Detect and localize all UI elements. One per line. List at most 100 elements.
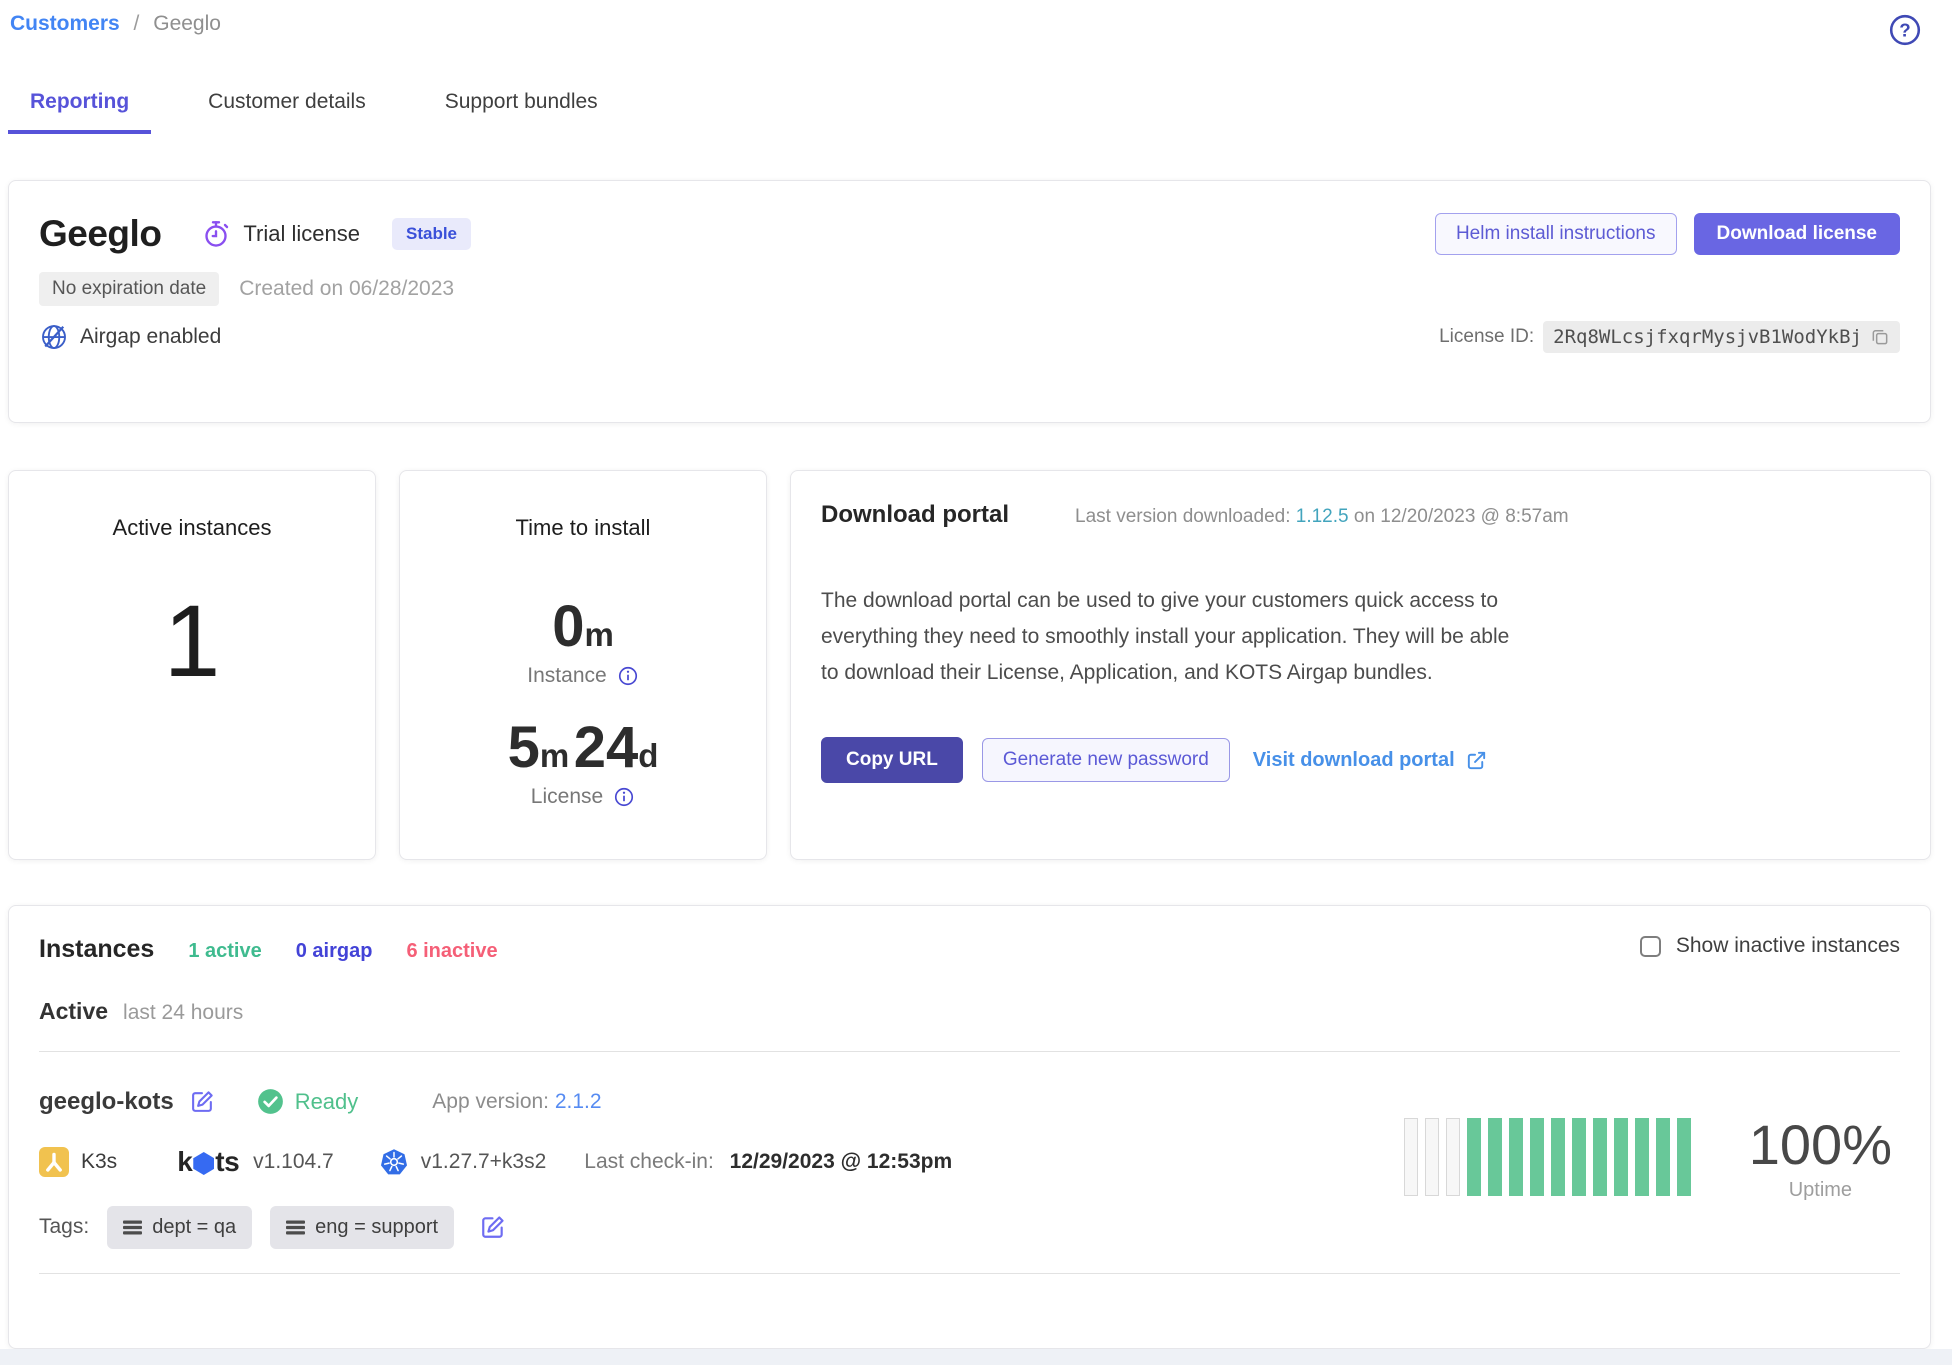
app-version-link[interactable]: 2.1.2 bbox=[555, 1090, 602, 1113]
visit-download-portal-label: Visit download portal bbox=[1253, 749, 1455, 772]
kubernetes-version-group: v1.27.7+k3s2 bbox=[380, 1148, 547, 1176]
airgap-label: Airgap enabled bbox=[80, 325, 221, 349]
tab-support-bundles[interactable]: Support bundles bbox=[423, 90, 620, 134]
helm-install-instructions-button[interactable]: Helm install instructions bbox=[1435, 213, 1677, 255]
edit-tags-icon[interactable] bbox=[480, 1214, 506, 1240]
instance-install-time: 0m bbox=[400, 593, 766, 660]
license-id-value: 2Rq8WLcsjfxqrMysjvB1WodYkBj bbox=[1543, 321, 1900, 353]
uptime-bar bbox=[1572, 1118, 1586, 1196]
uptime-bar bbox=[1593, 1118, 1607, 1196]
instance-time-unit: m bbox=[584, 616, 613, 653]
topbar: Customers / Geeglo ? bbox=[8, 0, 1931, 48]
license-id-text: 2Rq8WLcsjfxqrMysjvB1WodYkBj bbox=[1553, 326, 1862, 348]
last-checkin-label: Last check-in: bbox=[584, 1150, 714, 1173]
info-icon[interactable] bbox=[613, 786, 635, 808]
app-version-label: App version: bbox=[432, 1090, 549, 1113]
tag-bars-icon bbox=[286, 1220, 305, 1235]
expiration-badge: No expiration date bbox=[39, 272, 219, 306]
license-card: Geeglo Trial license Stable Helm install… bbox=[8, 180, 1931, 423]
tag-badge: dept = qa bbox=[107, 1206, 252, 1249]
external-link-icon bbox=[1465, 749, 1488, 772]
license-install-time: 5m 24d bbox=[400, 714, 766, 781]
customer-name: Geeglo bbox=[39, 213, 161, 255]
uptime-bar bbox=[1635, 1118, 1649, 1196]
uptime-bar bbox=[1677, 1118, 1691, 1196]
tag-label: dept = qa bbox=[152, 1216, 236, 1239]
active-instances-title: Active instances bbox=[9, 515, 375, 541]
instance-row: geeglo-kots bbox=[39, 1052, 1900, 1249]
tag-bars-icon bbox=[123, 1220, 142, 1235]
license-id-label: License ID: bbox=[1439, 326, 1534, 348]
created-on-text: Created on 06/28/2023 bbox=[239, 277, 454, 301]
tag-label: eng = support bbox=[315, 1216, 438, 1239]
instance-time-value: 0 bbox=[552, 594, 584, 659]
uptime-bar bbox=[1509, 1118, 1523, 1196]
distro-label: K3s bbox=[81, 1150, 117, 1174]
download-license-button[interactable]: Download license bbox=[1694, 213, 1900, 255]
tab-reporting[interactable]: Reporting bbox=[8, 90, 151, 134]
breadcrumb-customers-link[interactable]: Customers bbox=[10, 12, 120, 35]
tags-label: Tags: bbox=[39, 1215, 89, 1239]
uptime-bar bbox=[1614, 1118, 1628, 1196]
kots-logo-ts: ts bbox=[215, 1146, 239, 1178]
active-instances-value: 1 bbox=[9, 583, 375, 700]
uptime-bar bbox=[1446, 1118, 1460, 1196]
copy-icon[interactable] bbox=[1870, 327, 1890, 347]
breadcrumb: Customers / Geeglo bbox=[10, 12, 221, 36]
uptime-value: 100% bbox=[1749, 1112, 1892, 1177]
instances-card: Instances 1 active 0 airgap 6 inactive S… bbox=[8, 905, 1931, 1349]
kots-logo: k ts bbox=[177, 1146, 239, 1178]
instances-title: Instances bbox=[39, 935, 154, 964]
download-portal-description: The download portal can be used to give … bbox=[821, 583, 1516, 691]
inactive-count: 6 inactive bbox=[406, 940, 497, 963]
check-circle-icon bbox=[257, 1088, 284, 1115]
tab-bar: Reporting Customer details Support bundl… bbox=[8, 90, 1931, 134]
svg-text:?: ? bbox=[1899, 20, 1910, 41]
kots-logo-k: k bbox=[177, 1146, 192, 1178]
uptime-bar bbox=[1551, 1118, 1565, 1196]
active-count: 1 active bbox=[188, 940, 261, 963]
download-portal-title: Download portal bbox=[821, 501, 1009, 529]
show-inactive-toggle[interactable]: Show inactive instances bbox=[1640, 934, 1900, 958]
uptime-label: Uptime bbox=[1749, 1179, 1892, 1202]
active-section-label: Active bbox=[39, 998, 108, 1025]
uptime-bar bbox=[1488, 1118, 1502, 1196]
last-version-date: on 12/20/2023 @ 8:57am bbox=[1354, 506, 1569, 527]
kots-logo-o-hexagon bbox=[193, 1152, 214, 1175]
visit-download-portal-link[interactable]: Visit download portal bbox=[1253, 749, 1488, 772]
time-to-install-card: Time to install 0m Instance 5m 24d bbox=[399, 470, 767, 860]
stopwatch-icon bbox=[201, 219, 231, 249]
license-time-label-row: License bbox=[400, 785, 766, 809]
kubernetes-version: v1.27.7+k3s2 bbox=[421, 1150, 547, 1174]
instance-status: Ready bbox=[257, 1088, 359, 1115]
edit-instance-name-icon[interactable] bbox=[190, 1089, 215, 1114]
airgap-globe-icon bbox=[39, 322, 69, 352]
channel-badge: Stable bbox=[392, 218, 471, 250]
last-version-downloaded: Last version downloaded: 1.12.5 on 12/20… bbox=[1075, 506, 1569, 528]
help-icon[interactable]: ? bbox=[1887, 12, 1923, 48]
divider bbox=[39, 1273, 1900, 1274]
k3s-icon bbox=[39, 1147, 69, 1177]
uptime-bar bbox=[1425, 1118, 1439, 1196]
uptime-bar bbox=[1404, 1118, 1418, 1196]
breadcrumb-separator: / bbox=[134, 12, 140, 35]
airgap-status: Airgap enabled bbox=[39, 322, 221, 352]
license-type: Trial license bbox=[201, 219, 360, 249]
active-instances-card: Active instances 1 bbox=[8, 470, 376, 860]
info-icon[interactable] bbox=[617, 665, 639, 687]
tag-badge: eng = support bbox=[270, 1206, 454, 1249]
license-time-unit2: d bbox=[638, 737, 658, 774]
instance-name: geeglo-kots bbox=[39, 1088, 174, 1116]
uptime-bar bbox=[1467, 1118, 1481, 1196]
show-inactive-label: Show inactive instances bbox=[1676, 934, 1900, 958]
generate-new-password-button[interactable]: Generate new password bbox=[982, 738, 1230, 782]
license-type-label: Trial license bbox=[243, 221, 360, 247]
license-time-label: License bbox=[531, 785, 603, 809]
kubernetes-icon bbox=[380, 1148, 408, 1176]
show-inactive-checkbox[interactable] bbox=[1640, 936, 1661, 957]
active-section-sublabel: last 24 hours bbox=[123, 1001, 243, 1025]
tab-customer-details[interactable]: Customer details bbox=[186, 90, 388, 134]
copy-url-button[interactable]: Copy URL bbox=[821, 737, 963, 783]
last-version-link[interactable]: 1.12.5 bbox=[1296, 506, 1349, 527]
page: Customers / Geeglo ? Reporting Customer … bbox=[0, 0, 1952, 1349]
